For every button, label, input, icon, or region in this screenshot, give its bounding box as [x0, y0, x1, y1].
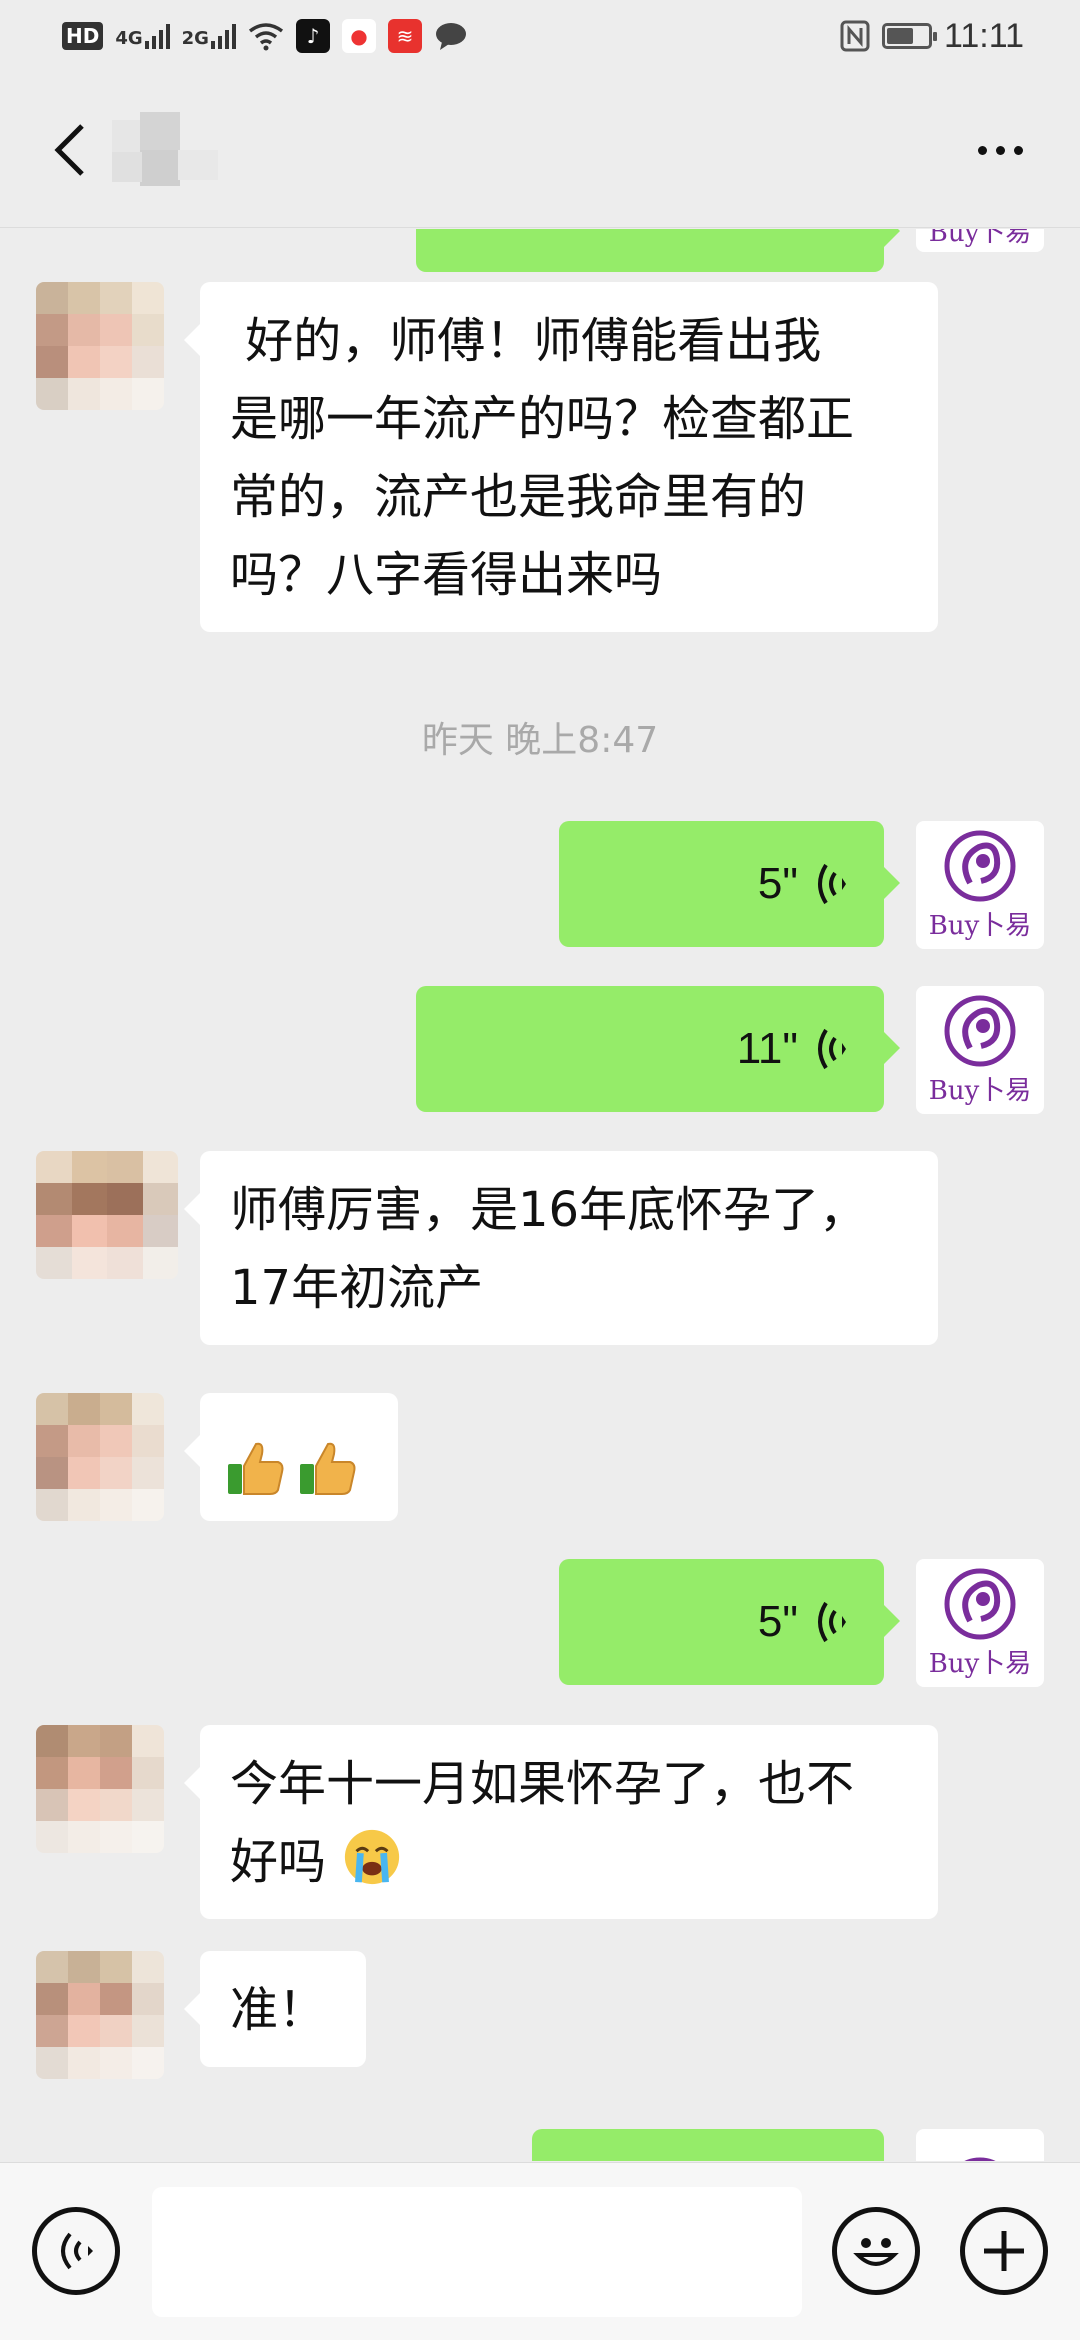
- signal-2g-icon: 2G: [182, 23, 236, 49]
- contact-avatar[interactable]: [36, 1951, 164, 2079]
- voice-message-bubble[interactable]: 5": [559, 821, 900, 947]
- message-line: 是哪一年流产的吗？检查都正: [230, 391, 855, 447]
- outgoing-bubble-partial[interactable]: [416, 229, 900, 272]
- buyiyi-logo-icon: [944, 1568, 1016, 1639]
- network-label-1: 4G: [115, 28, 143, 49]
- music-app-icon: ≋: [387, 19, 422, 53]
- chat-bubble-icon: [435, 23, 466, 50]
- self-avatar[interactable]: [916, 2129, 1044, 2161]
- avatar-logo-text: Buy卜易: [928, 229, 1032, 248]
- status-bar: HD 4G 2G ♪ ● ≋ 11:11: [0, 0, 1080, 72]
- avatar-logo-text: Buy卜易: [928, 1075, 1032, 1106]
- nfc-icon: [840, 20, 870, 52]
- thumbs-up-icon: [228, 1442, 284, 1495]
- contact-name-pixelated: [112, 112, 222, 188]
- signal-4g-icon: 4G: [115, 23, 170, 49]
- message-line: 17年初流产: [230, 1260, 484, 1316]
- voice-message-bubble[interactable]: 5": [559, 1559, 900, 1685]
- message-line: 常的，流产也是我命里有的: [230, 469, 807, 525]
- contact-avatar[interactable]: [36, 282, 164, 410]
- tiktok-icon: ♪: [295, 19, 330, 53]
- status-right: 11:11: [840, 17, 1024, 56]
- contact-avatar[interactable]: [36, 1725, 164, 1853]
- battery-icon: [881, 23, 937, 49]
- outgoing-bubble-partial[interactable]: [532, 2129, 884, 2161]
- more-dots-icon[interactable]: [960, 122, 1040, 178]
- voice-duration: 5": [757, 859, 798, 908]
- message-line: 今年十一月如果怀孕了，也不: [230, 1756, 855, 1812]
- self-avatar[interactable]: Buy卜易: [916, 229, 1044, 252]
- contact-avatar[interactable]: [36, 1151, 178, 1279]
- incoming-text-bubble[interactable]: 今年十一月如果怀孕了，也不 好吗: [184, 1725, 938, 1919]
- self-avatar[interactable]: Buy卜易: [916, 821, 1044, 949]
- clock: 11:11: [943, 16, 1024, 55]
- incoming-text-bubble[interactable]: 准！: [184, 1951, 366, 2067]
- voice-wave-icon: [818, 863, 846, 905]
- voice-wave-icon: [818, 1028, 846, 1070]
- crying-face-icon: [345, 1829, 400, 1885]
- buyiyi-logo-icon: [944, 995, 1016, 1066]
- incoming-text-bubble[interactable]: 师傅厉害，是16年底怀孕了， 17年初流产: [184, 1151, 938, 1345]
- status-left: HD 4G 2G ♪ ● ≋: [62, 19, 468, 53]
- incoming-emoji-bubble[interactable]: [184, 1393, 398, 1521]
- chat-header: [0, 72, 1080, 228]
- avatar-logo-text: Buy卜易: [928, 910, 1032, 941]
- self-avatar[interactable]: Buy卜易: [916, 986, 1044, 1114]
- message-line-with-emoji: 好吗: [230, 1823, 910, 1901]
- avatar-logo-text: Buy卜易: [928, 1648, 1032, 1679]
- message-list[interactable]: Buy卜易 好的，师傅！师傅能看出我 是哪一年流产的吗？检查都正 常的，流产也是…: [0, 229, 1080, 2161]
- message-line: 准！: [230, 1982, 327, 2038]
- hd-indicator: HD: [62, 22, 104, 50]
- wifi-icon: [248, 23, 284, 51]
- voice-mode-icon[interactable]: [32, 2207, 120, 2295]
- contact-avatar[interactable]: [36, 1393, 164, 1521]
- message-input[interactable]: [152, 2187, 802, 2317]
- message-line: 吗？八字看得出来吗: [230, 547, 663, 603]
- voice-duration: 11": [736, 1024, 798, 1073]
- thumbs-up-icon: [300, 1442, 356, 1495]
- message-line: 好的，师傅！师傅能看出我: [230, 313, 822, 369]
- voice-duration: 5": [757, 1597, 798, 1646]
- incoming-text-bubble[interactable]: 好的，师傅！师傅能看出我 是哪一年流产的吗？检查都正 常的，流产也是我命里有的 …: [184, 282, 938, 632]
- input-bar: [0, 2162, 1080, 2340]
- voice-message-bubble[interactable]: 11": [416, 986, 900, 1112]
- buyiyi-logo-icon: [964, 2157, 996, 2161]
- timestamp: 昨天 晚上8:47: [421, 720, 659, 761]
- plus-icon[interactable]: [960, 2207, 1048, 2295]
- emoji-icon[interactable]: [832, 2207, 920, 2295]
- self-avatar[interactable]: Buy卜易: [916, 1559, 1044, 1687]
- voice-wave-icon: [818, 1601, 846, 1643]
- map-pin-app-icon: ●: [341, 19, 376, 53]
- buyiyi-logo-icon: [944, 830, 1016, 901]
- network-label-2: 2G: [181, 28, 209, 49]
- message-line: 师傅厉害，是16年底怀孕了，: [230, 1182, 868, 1238]
- chevron-left-icon[interactable]: [40, 114, 100, 186]
- message-line: 好吗: [230, 1834, 327, 1890]
